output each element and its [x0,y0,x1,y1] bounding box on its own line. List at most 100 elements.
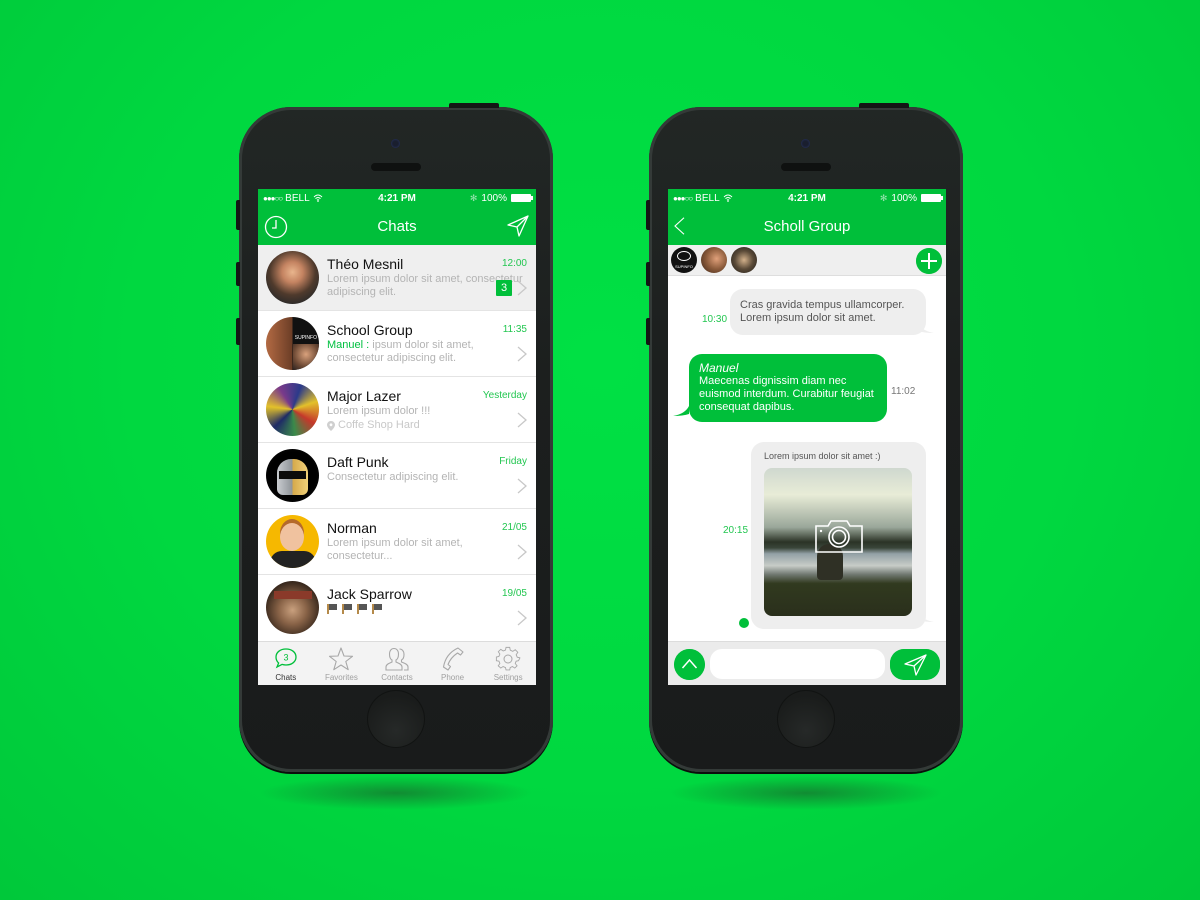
send-button[interactable] [890,649,940,680]
clock-icon[interactable] [264,215,288,239]
pirate-flag-icon [372,604,382,614]
tab-label: Favorites [324,673,358,682]
pirate-flag-icon [342,604,352,614]
message-time: 10:30 [702,314,728,325]
chat-name: Daft Punk [327,454,389,470]
battery-percent: 100% [891,192,917,204]
nav-bar: Chats [258,207,536,245]
power-button [859,103,909,108]
pirate-flag-icon [327,604,337,614]
volume-down-button [646,318,650,345]
expand-up-button[interactable] [674,649,705,680]
star-icon [329,647,354,671]
member-avatar[interactable] [731,247,757,273]
member-avatar[interactable] [701,247,727,273]
sender-name: Manuel : [327,339,370,351]
battery-icon [511,194,533,202]
chat-row-norman[interactable]: Norman Lorem ipsum dolor sit amet, conse… [258,509,536,575]
page-title: Scholl Group [763,217,851,235]
group-members-bar: SUPINFO [668,245,946,276]
carrier-name: BELL [695,192,720,204]
chevron-right-icon [517,412,527,428]
tab-chats[interactable]: 3 Chats [258,642,314,685]
front-camera [801,139,810,148]
chat-name: School Group [327,322,413,338]
carrier: ●●●○○ BELL [673,193,733,204]
location-pin-icon [327,420,335,431]
power-button [449,103,499,108]
plus-icon[interactable] [916,248,942,274]
chat-row-theo-mesnil[interactable]: Théo Mesnil Lorem ipsum dolor sit amet, … [258,245,536,311]
chat-name: Jack Sparrow [327,586,412,602]
chat-preview: Lorem ipsum dolor !!! [327,405,431,417]
chevron-right-icon [517,478,527,494]
message-input[interactable] [710,649,885,679]
send-icon[interactable] [506,214,530,238]
chat-time: Yesterday [482,390,527,401]
message-thread: 10:30 Cras gravida tempus ullamcorper. L… [668,276,946,637]
avatar [266,449,319,502]
battery-icon [921,194,943,202]
home-button[interactable] [367,690,425,748]
chat-time: 19/05 [501,588,527,599]
tab-count: 3 [283,653,288,663]
signal-icon: ●●●○○ [673,193,693,203]
chat-row-school-group[interactable]: SUPINFO School Group Manuel : ipsum dolo… [258,311,536,377]
chat-row-daft-punk[interactable]: Daft Punk Consectetur adipiscing elit. F… [258,443,536,509]
online-indicator [739,618,749,628]
member-avatar[interactable]: SUPINFO [671,247,697,273]
signal-icon: ●●●○○ [263,193,283,203]
chat-row-jack-sparrow[interactable]: Jack Sparrow 19/05 [258,575,536,641]
message-text: Lorem ipsum dolor sit amet :) [764,451,881,461]
compose-bar [668,641,946,685]
chevron-right-icon [517,346,527,362]
wifi-icon [313,194,322,202]
status-bar: ●●●○○ BELL 4:21 PM ✻ 100% [668,189,946,207]
chevron-right-icon [517,544,527,560]
message-bubble-incoming: Cras gravida tempus ullamcorper. Lorem i… [730,289,926,335]
status-bar: ●●●○○ BELL 4:21 PM ✻ 100% [258,189,536,207]
wifi-icon [723,194,732,202]
volume-down-button [236,318,240,345]
pirate-flags [327,604,528,614]
phone-group-chat: ●●●○○ BELL 4:21 PM ✻ 100% Scholl Group S… [646,103,963,810]
message-author: Manuel [699,361,739,375]
bluetooth-icon: ✻ [469,192,478,203]
message-time: 20:15 [723,525,749,536]
chevron-left-icon[interactable] [672,213,690,239]
chat-time: 11:35 [502,324,527,335]
tab-favorites[interactable]: Favorites [314,642,370,685]
message-bubble-incoming-photo: Lorem ipsum dolor sit amet :) [751,442,926,629]
avatar [266,581,319,634]
chat-time: 21/05 [501,522,527,533]
volume-up-button [236,262,240,286]
message-bubble-outgoing: Manuel Maecenas dignissim diam nec euism… [689,354,887,422]
chat-preview: Lorem ipsum dolor sit amet, consectetur.… [327,537,463,562]
chat-name: Théo Mesnil [327,256,404,272]
battery-percent: 100% [481,192,507,204]
photo-attachment[interactable] [764,468,912,616]
unread-badge: 3 [496,280,512,296]
location-name: Coffe Shop Hard [338,419,420,431]
chat-row-major-lazer[interactable]: Major Lazer Lorem ipsum dolor !!! Coffe … [258,377,536,443]
bluetooth-icon: ✻ [879,192,888,203]
tab-label: Chats [275,673,297,682]
avatar [266,515,319,568]
camera-icon [815,520,863,553]
tab-bar: 3 Chats Favorites Contacts Phone Setting… [258,641,536,685]
nav-bar: Scholl Group [668,207,946,245]
chats-screen: ●●●○○ BELL 4:21 PM ✻ 100% Chats Théo Mes… [258,189,536,685]
chat-name: Norman [327,520,377,536]
home-button[interactable] [777,690,835,748]
tab-contacts[interactable]: Contacts [369,642,425,685]
tab-settings[interactable]: Settings [480,642,536,685]
tab-phone[interactable]: Phone [425,642,481,685]
tab-label: Phone [441,673,465,682]
chat-list: Théo Mesnil Lorem ipsum dolor sit amet, … [258,245,536,641]
chat-time: 12:00 [501,258,527,269]
avatar: SUPINFO [266,317,319,370]
phone-icon [442,647,464,671]
pirate-flag-icon [357,604,367,614]
message-text: Cras gravida tempus ullamcorper. Lorem i… [740,299,905,324]
chat-time: Friday [499,456,527,467]
